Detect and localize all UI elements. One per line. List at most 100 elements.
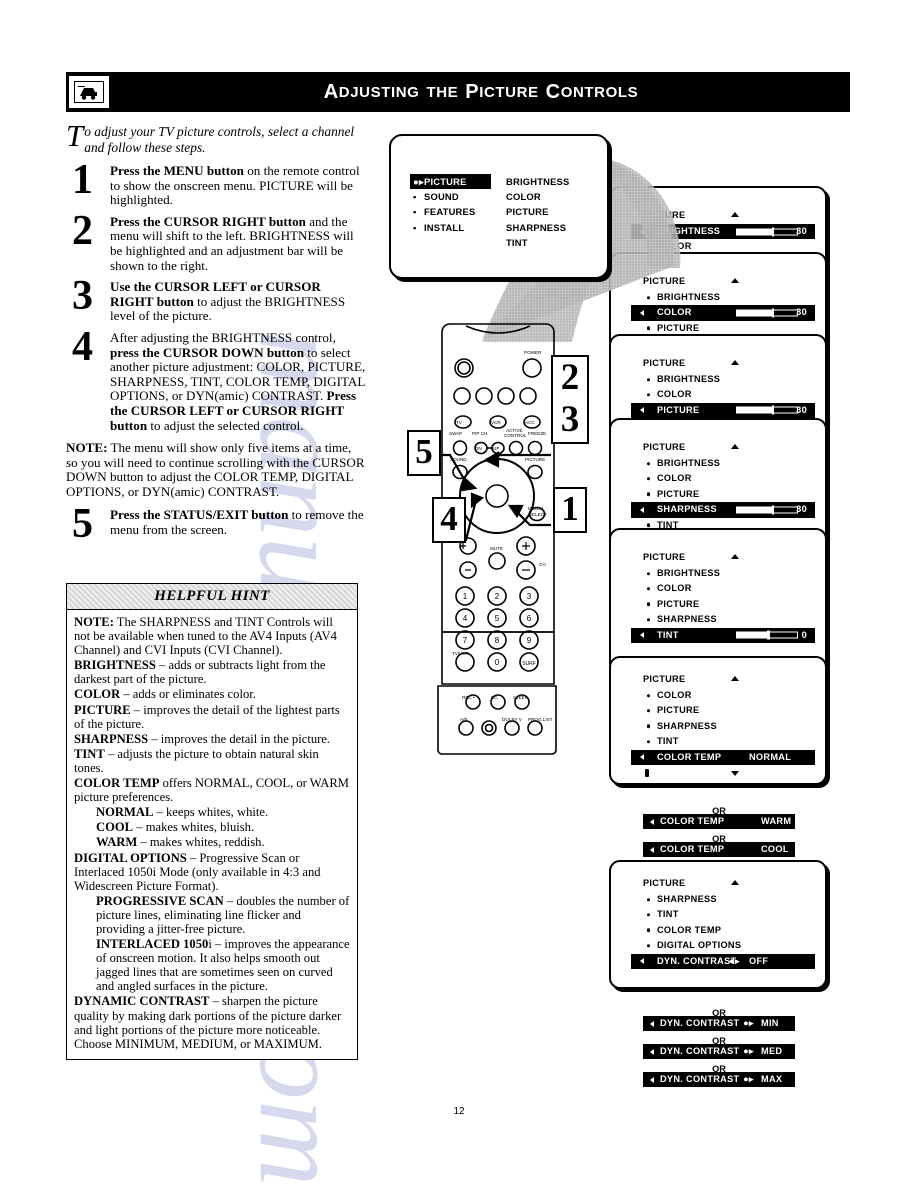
hint-paragraph: TINT – adjusts the picture to obtain nat…	[74, 746, 319, 775]
intro-text: o adjust your TV picture controls, selec…	[84, 124, 355, 155]
menu-item-value: COOL	[761, 844, 789, 854]
menu-item-value: MIN	[761, 1018, 779, 1028]
menu-panel-title: PICTURE	[643, 442, 686, 452]
menu-item-label: DYN. CONTRAST	[660, 1074, 740, 1084]
menu-item-color[interactable]: COLOR	[643, 471, 815, 486]
menu-item-sharpness[interactable]: SHARPNESS 30	[631, 502, 815, 518]
menu-item-tint[interactable]: TINT	[643, 734, 815, 749]
tv-menu-left-column: ●▸PICTURE • SOUND • FEATURES • INSTALL	[410, 174, 491, 235]
svg-text:A/B: A/B	[460, 717, 467, 722]
menu-item-picture[interactable]: PICTURE 30	[631, 402, 815, 419]
step-text: Press the MENU button on the remote cont…	[110, 163, 360, 208]
cursor-left-icon	[650, 1048, 654, 1055]
menu-item-value: WARM	[761, 816, 792, 826]
menu-item-brightness[interactable]: BRIGHTNESS	[643, 456, 815, 471]
menu-item-brightness[interactable]: BRIGHTNESS	[643, 372, 815, 387]
scroll-up-icon[interactable]	[731, 676, 739, 681]
adjustment-slider[interactable]	[736, 630, 798, 640]
tv-menu-item-sound[interactable]: • SOUND	[413, 189, 491, 204]
scroll-up-icon[interactable]	[731, 278, 739, 283]
tv-menu-right-column: BRIGHTNESS COLOR PICTURE SHARPNESS TINT	[506, 174, 596, 250]
menu-item-dyn-contrast[interactable]: DYN. CONTRAST ●▸ OFF	[631, 953, 815, 969]
scroll-up-icon[interactable]	[731, 212, 739, 217]
tv-menu-item-features[interactable]: • FEATURES	[413, 204, 491, 219]
tv-menu-item-install[interactable]: • INSTALL	[413, 220, 491, 235]
menu-item-digital-options[interactable]: DIGITAL OPTIONS	[643, 938, 815, 953]
menu-item-picture[interactable]: PICTURE	[643, 703, 815, 718]
menu-item-label: DYN. CONTRAST	[660, 1046, 740, 1056]
tv-submenu-item-sharpness[interactable]: SHARPNESS	[506, 220, 596, 235]
hint-paragraph: COLOR – adds or eliminates color.	[74, 687, 256, 702]
tv-menu-item-picture[interactable]: ●▸PICTURE	[410, 174, 491, 190]
scroll-down-icon[interactable]	[731, 771, 739, 776]
menu-item-dyn-contrast-max[interactable]: DYN. CONTRAST ●▸ MAX	[643, 1072, 795, 1088]
slider-knob[interactable]	[771, 405, 775, 415]
svg-text:REC •: REC •	[462, 695, 475, 700]
menu-item-sharpness[interactable]: SHARPNESS	[643, 892, 815, 907]
menu-item-dyn-contrast-min[interactable]: DYN. CONTRAST ●▸ MIN	[643, 1016, 795, 1032]
slider-fill	[737, 310, 772, 316]
menu-item-brightness[interactable]: BRIGHTNESS	[643, 566, 815, 581]
menu-item-label: SHARPNESS	[657, 614, 717, 625]
menu-item-tint[interactable]: TINT 0	[631, 627, 815, 643]
toggle-icon[interactable]: ●▸	[743, 1072, 754, 1087]
adjustment-slider[interactable]	[736, 308, 798, 318]
scroll-up-icon[interactable]	[731, 554, 739, 559]
tv-submenu-item-tint[interactable]: TINT	[506, 235, 596, 250]
toggle-icon[interactable]: ●▸	[729, 954, 740, 969]
hint-paragraph: SHARPNESS – improves the detail in the p…	[74, 731, 331, 746]
menu-item-color[interactable]: COLOR	[643, 688, 815, 703]
menu-item-dyn-contrast-med[interactable]: DYN. CONTRAST ●▸ MED	[643, 1044, 795, 1060]
menu-item-color-temp[interactable]: COLOR TEMP	[643, 923, 815, 938]
menu-item-label: TINT	[657, 629, 679, 640]
menu-item-color-temp-warm[interactable]: COLOR TEMP WARM	[643, 814, 795, 830]
menu-item-label: SHARPNESS	[657, 504, 717, 515]
hint-paragraph: WARM – makes whites, reddish.	[96, 835, 265, 850]
toggle-icon[interactable]: ●▸	[743, 1044, 754, 1059]
tv-submenu-item-picture[interactable]: PICTURE	[506, 204, 596, 219]
menu-item-picture[interactable]: PICTURE	[643, 487, 815, 502]
menu-item-color-temp[interactable]: COLOR TEMP NORMAL	[631, 749, 815, 765]
step-2: 2 Press the CURSOR RIGHT button and the m…	[66, 210, 366, 273]
menu-item-picture[interactable]: PICTURE	[643, 597, 815, 612]
menu-item-color[interactable]: COLOR	[643, 581, 815, 596]
scroll-up-icon[interactable]	[731, 360, 739, 365]
menu-item-tint[interactable]: TINT	[643, 907, 815, 922]
slider-knob[interactable]	[771, 308, 775, 318]
adjustment-slider[interactable]	[736, 227, 798, 237]
svg-text:4: 4	[463, 614, 468, 623]
adjustment-slider[interactable]	[736, 505, 798, 515]
svg-text:SURF: SURF	[522, 661, 536, 667]
menu-panel-7: PICTURE SHARPNESS TINT COLOR TEMP DIGITAL OP…	[609, 860, 827, 989]
menu-item-label: COLOR	[657, 473, 692, 484]
slider-value: 0	[801, 629, 807, 640]
scroll-up-icon[interactable]	[731, 880, 739, 885]
tv-submenu-item-brightness[interactable]: BRIGHTNESS	[506, 174, 596, 189]
svg-text:DOLBY V: DOLBY V	[502, 717, 523, 722]
slider-value: 30	[796, 307, 807, 318]
tv-onscreen-menu: ●▸PICTURE • SOUND • FEATURES • INSTALL BRIGHTN…	[389, 134, 609, 279]
menu-item-color[interactable]: COLOR	[643, 387, 815, 402]
callout-1: 1	[553, 487, 587, 533]
bullet-icon	[647, 693, 651, 698]
slider-knob[interactable]	[767, 630, 770, 640]
menu-item-label: COLOR TEMP	[657, 751, 722, 762]
menu-item-sharpness[interactable]: SHARPNESS	[643, 612, 815, 627]
toggle-icon[interactable]: ●▸	[743, 1016, 754, 1031]
menu-item-color-temp-cool[interactable]: COLOR TEMP COOL	[643, 842, 795, 858]
cursor-left-icon	[650, 1020, 654, 1027]
bullet-icon	[647, 724, 651, 729]
slider-knob[interactable]	[771, 227, 775, 237]
svg-text:5: 5	[495, 614, 500, 623]
cursor-left-icon	[640, 754, 644, 761]
adjustment-slider[interactable]	[736, 405, 798, 415]
menu-item-sharpness[interactable]: SHARPNESS	[643, 719, 815, 734]
scroll-up-icon[interactable]	[731, 444, 739, 449]
tv-picture-icon-glyph	[74, 81, 104, 103]
slider-knob[interactable]	[771, 505, 775, 515]
callout-1-label: 1	[561, 489, 579, 528]
step-3: 3 Use the CURSOR LEFT or CURSOR RIGHT but…	[66, 275, 366, 324]
hint-paragraph: NORMAL – keeps whites, white.	[96, 805, 269, 820]
menu-item-label: COLOR	[657, 690, 692, 700]
tv-submenu-item-color[interactable]: COLOR	[506, 189, 596, 204]
